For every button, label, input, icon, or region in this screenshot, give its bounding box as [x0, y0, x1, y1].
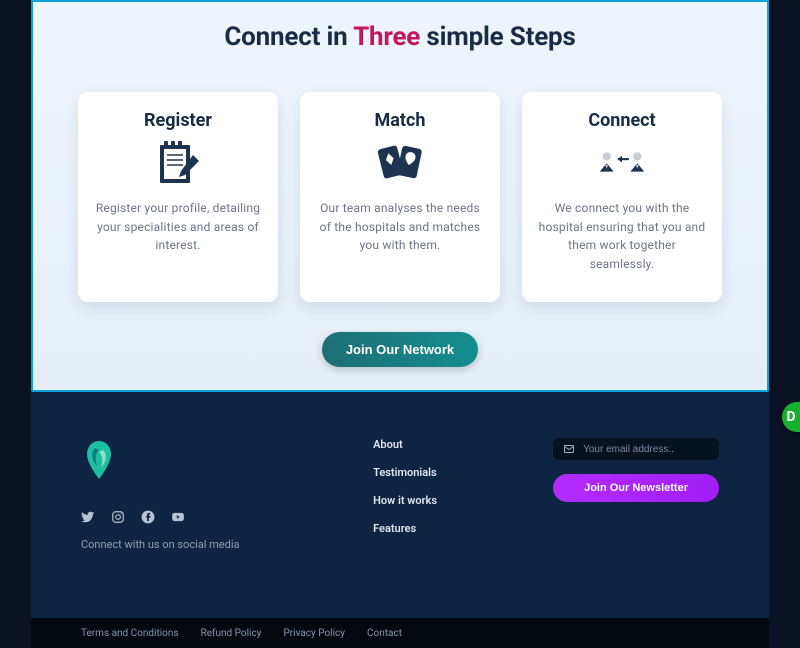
email-field-wrap[interactable] — [553, 438, 719, 460]
site-footer: Connect with us on social media About Te… — [31, 392, 769, 618]
step-card-desc: We connect you with the hospital ensurin… — [538, 199, 706, 273]
instagram-icon[interactable] — [111, 510, 125, 524]
legal-terms[interactable]: Terms and Conditions — [81, 628, 179, 639]
step-card-register: Register Register your profile, det — [78, 92, 278, 302]
step-card-title: Register — [144, 110, 212, 131]
floating-badge-letter: D — [786, 409, 795, 425]
steps-heading-accent: Three — [353, 22, 420, 52]
join-network-button[interactable]: Join Our Network — [322, 332, 478, 367]
social-row — [81, 510, 273, 524]
legal-refund[interactable]: Refund Policy — [201, 628, 262, 639]
legal-bar: Terms and Conditions Refund Policy Priva… — [31, 618, 769, 648]
social-tagline: Connect with us on social media — [81, 538, 273, 551]
match-icon — [375, 141, 425, 187]
step-card-desc: Our team analyses the needs of the hospi… — [316, 199, 484, 255]
footer-columns: Connect with us on social media About Te… — [81, 438, 719, 551]
steps-panel: Connect in Three simple Steps Register — [31, 0, 769, 392]
footer-nav-features[interactable]: Features — [373, 522, 493, 535]
step-card-title: Connect — [588, 110, 655, 131]
email-input[interactable] — [583, 444, 709, 455]
register-icon — [153, 141, 203, 187]
facebook-icon[interactable] — [141, 510, 155, 524]
footer-nav-how-it-works[interactable]: How it works — [373, 494, 493, 507]
step-card-desc: Register your profile, detailing your sp… — [94, 199, 262, 255]
twitter-icon[interactable] — [81, 510, 95, 524]
footer-subscribe-column: Join Our Newsletter — [553, 438, 719, 551]
steps-cards-row: Register Register your profile, det — [33, 92, 767, 302]
footer-nav-about[interactable]: About — [373, 438, 493, 451]
page-root: Ste Connect in Three simple Steps Regist… — [0, 0, 800, 648]
youtube-icon[interactable] — [171, 510, 185, 524]
join-newsletter-button[interactable]: Join Our Newsletter — [553, 474, 719, 502]
footer-brand-column: Connect with us on social media — [81, 438, 273, 551]
step-card-connect: Connect W — [522, 92, 722, 302]
steps-heading: Connect in Three simple Steps — [33, 22, 767, 52]
steps-heading-pre: Connect in — [224, 22, 353, 52]
step-card-title: Match — [375, 110, 426, 131]
footer-nav: About Testimonials How it works Features — [373, 438, 493, 551]
mail-icon — [563, 443, 575, 455]
logo-icon — [81, 438, 117, 482]
steps-heading-post: simple Steps — [420, 22, 575, 52]
legal-privacy[interactable]: Privacy Policy — [283, 628, 345, 639]
floating-badge[interactable]: D — [782, 402, 800, 432]
step-card-match: Match Our team analyses the needs of the — [300, 92, 500, 302]
footer-nav-testimonials[interactable]: Testimonials — [373, 466, 493, 479]
legal-contact[interactable]: Contact — [367, 628, 402, 639]
connect-icon — [597, 141, 647, 187]
